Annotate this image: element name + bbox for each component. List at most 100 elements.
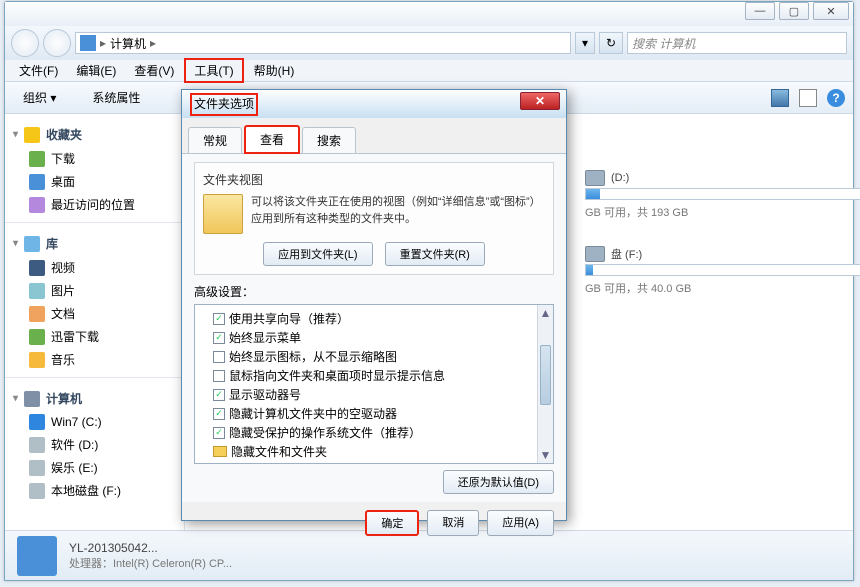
sidebar-item-downloads[interactable]: 下载 [5, 147, 184, 170]
checkbox[interactable] [213, 332, 225, 344]
tab-view[interactable]: 查看 [244, 125, 300, 154]
sidebar-item-label: 桌面 [51, 173, 75, 190]
adv-item-label: 不显示隐藏的文件、文件夹或驱动器 [246, 462, 438, 464]
address-dropdown-button[interactable]: ▾ [575, 32, 595, 54]
organize-button[interactable]: 组织 ▾ [13, 86, 66, 109]
adv-item[interactable]: 隐藏受保护的操作系统文件（推荐） [199, 423, 549, 442]
folder-icon [213, 446, 227, 457]
view-mode-icon[interactable] [771, 89, 789, 107]
drive-icon [29, 483, 45, 499]
scroll-thumb[interactable] [540, 345, 551, 405]
download-icon [29, 151, 45, 167]
adv-item-label: 始终显示菜单 [229, 329, 301, 346]
titlebar: — ▢ ✕ [5, 2, 853, 26]
tab-general[interactable]: 常规 [188, 127, 242, 153]
sidebar-item-drive-f[interactable]: 本地磁盘 (F:) [5, 479, 184, 502]
breadcrumb-arrow-icon[interactable]: ▸ [150, 36, 156, 50]
back-button[interactable] [11, 29, 39, 57]
drive-usage-bar [585, 264, 860, 276]
checkbox[interactable] [213, 427, 225, 439]
scroll-up-icon[interactable]: ▲ [538, 305, 553, 321]
computer-icon [80, 35, 96, 51]
sidebar-item-desktop[interactable]: 桌面 [5, 170, 184, 193]
checkbox[interactable] [213, 389, 225, 401]
dialog-close-button[interactable]: ✕ [520, 92, 560, 110]
sidebar-item-drive-e[interactable]: 娱乐 (E:) [5, 456, 184, 479]
adv-item-label: 始终显示图标，从不显示缩略图 [229, 348, 397, 365]
drive-label: (D:) [611, 172, 629, 184]
apply-to-folders-button[interactable]: 应用到文件夹(L) [263, 242, 372, 266]
system-properties-button[interactable]: 系统属性 [82, 86, 150, 109]
details-pane-icon[interactable] [799, 89, 817, 107]
sidebar-item-label: Win7 (C:) [51, 415, 102, 429]
sidebar-item-label: 视频 [51, 259, 75, 276]
scrollbar[interactable]: ▲ ▼ [537, 305, 553, 463]
sidebar-item-videos[interactable]: 视频 [5, 256, 184, 279]
dialog-titlebar[interactable]: 文件夹选项 ✕ [182, 90, 566, 118]
cancel-button[interactable]: 取消 [427, 510, 479, 536]
dialog-tabs: 常规 查看 搜索 [182, 118, 566, 154]
folder-options-dialog: 文件夹选项 ✕ 常规 查看 搜索 文件夹视图 可以将该文件夹正在使用的视图（例如… [181, 89, 567, 521]
breadcrumb-item[interactable]: 计算机 [110, 35, 146, 52]
sidebar-item-drive-c[interactable]: Win7 (C:) [5, 411, 184, 433]
adv-item[interactable]: 使用共享向导（推荐） [199, 309, 549, 328]
apply-button[interactable]: 应用(A) [487, 510, 554, 536]
sidebar-item-documents[interactable]: 文档 [5, 302, 184, 325]
menu-tools[interactable]: 工具(T) [184, 58, 243, 83]
xunlei-icon [29, 329, 45, 345]
adv-item[interactable]: 始终显示图标，从不显示缩略图 [199, 347, 549, 366]
maximize-button[interactable]: ▢ [779, 2, 809, 20]
forward-button[interactable] [43, 29, 71, 57]
drive-usage-bar [585, 188, 860, 200]
sidebar-item-label: 音乐 [51, 351, 75, 368]
restore-defaults-button[interactable]: 还原为默认值(D) [443, 470, 554, 494]
nav-sidebar: ▾收藏夹 下载 桌面 最近访问的位置 ▾库 视频 图片 文档 迅雷下载 音乐 ▾… [5, 114, 185, 530]
sidebar-item-label: 娱乐 (E:) [51, 459, 98, 476]
menu-file[interactable]: 文件(F) [11, 60, 66, 81]
close-button[interactable]: ✕ [813, 2, 849, 20]
menu-view[interactable]: 查看(V) [126, 60, 182, 81]
computer-large-icon [17, 536, 57, 576]
scroll-down-icon[interactable]: ▼ [538, 447, 553, 463]
sidebar-header-libraries[interactable]: ▾库 [5, 229, 184, 256]
adv-item-label: 隐藏文件和文件夹 [231, 443, 327, 460]
drive-item-d[interactable]: (D:) [585, 170, 853, 186]
sidebar-item-drive-d[interactable]: 软件 (D:) [5, 433, 184, 456]
menubar: 文件(F) 编辑(E) 查看(V) 工具(T) 帮助(H) [5, 60, 853, 82]
folder-view-group: 文件夹视图 可以将该文件夹正在使用的视图（例如“详细信息”或“图标”）应用到所有… [194, 162, 554, 275]
checkbox[interactable] [213, 408, 225, 420]
sidebar-item-xunlei[interactable]: 迅雷下载 [5, 325, 184, 348]
ok-button[interactable]: 确定 [365, 510, 419, 536]
advanced-settings-label: 高级设置： [194, 283, 554, 300]
breadcrumb[interactable]: ▸ 计算机 ▸ [75, 32, 571, 54]
sidebar-header-favorites[interactable]: ▾收藏夹 [5, 120, 184, 147]
advanced-settings-list[interactable]: 使用共享向导（推荐）始终显示菜单始终显示图标，从不显示缩略图鼠标指向文件夹和桌面… [194, 304, 554, 464]
adv-item[interactable]: 隐藏计算机文件夹中的空驱动器 [199, 404, 549, 423]
refresh-button[interactable]: ↻ [599, 32, 623, 54]
sidebar-item-recent[interactable]: 最近访问的位置 [5, 193, 184, 216]
sidebar-item-music[interactable]: 音乐 [5, 348, 184, 371]
adv-item[interactable]: 显示驱动器号 [199, 385, 549, 404]
music-icon [29, 352, 45, 368]
library-icon [24, 236, 40, 252]
minimize-button[interactable]: — [745, 2, 775, 20]
folder-view-desc: 可以将该文件夹正在使用的视图（例如“详细信息”或“图标”）应用到所有这种类型的文… [251, 194, 545, 234]
sidebar-header-computer[interactable]: ▾计算机 [5, 384, 184, 411]
checkbox[interactable] [213, 313, 225, 325]
checkbox[interactable] [213, 351, 225, 363]
adv-item[interactable]: 鼠标指向文件夹和桌面项时显示提示信息 [199, 366, 549, 385]
help-icon[interactable]: ? [827, 89, 845, 107]
tab-search[interactable]: 搜索 [302, 127, 356, 153]
checkbox[interactable] [213, 370, 225, 382]
adv-item[interactable]: 隐藏文件和文件夹 [199, 442, 549, 461]
menu-edit[interactable]: 编辑(E) [68, 60, 124, 81]
reset-folders-button[interactable]: 重置文件夹(R) [385, 242, 485, 266]
drive-free-text: GB 可用，共 193 GB [585, 204, 853, 220]
adv-item[interactable]: 始终显示菜单 [199, 328, 549, 347]
adv-item[interactable]: 不显示隐藏的文件、文件夹或驱动器 [199, 461, 549, 464]
group-title: 文件夹视图 [203, 171, 545, 188]
sidebar-item-pictures[interactable]: 图片 [5, 279, 184, 302]
drive-item-f[interactable]: 盘 (F:) [585, 246, 853, 262]
search-input[interactable]: 搜索 计算机 [627, 32, 847, 54]
menu-help[interactable]: 帮助(H) [246, 60, 303, 81]
